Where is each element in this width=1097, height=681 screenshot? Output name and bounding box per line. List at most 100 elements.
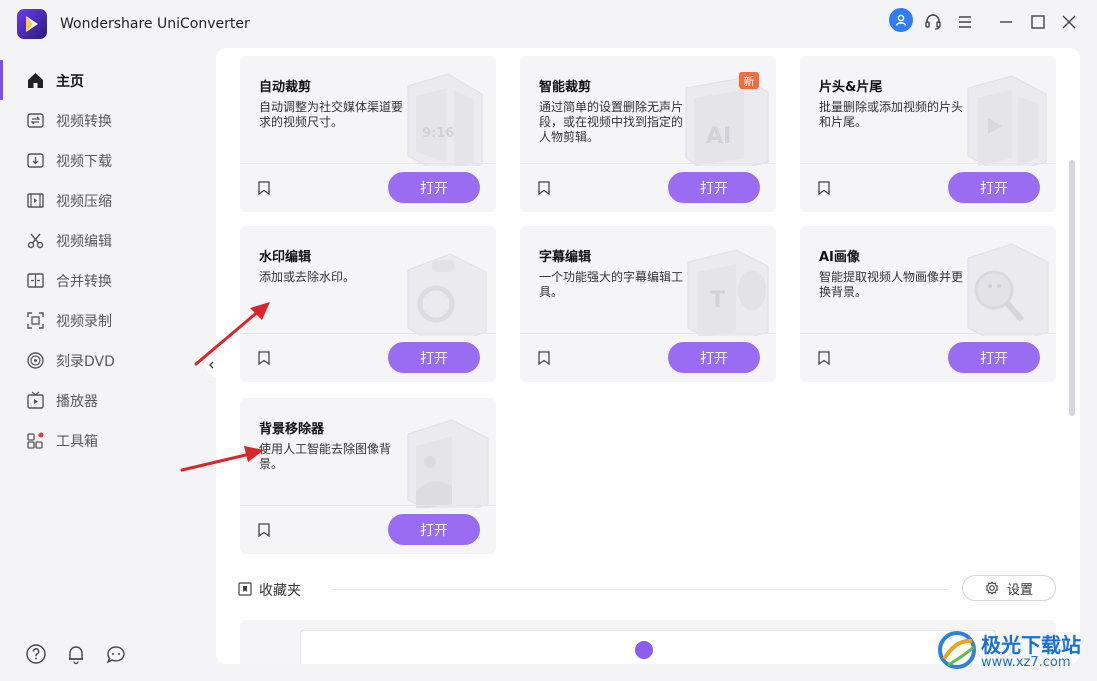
card-description: 一个功能强大的字幕编辑工具。 xyxy=(539,270,684,299)
site-watermark: 极光下载站 www.xz7.com xyxy=(936,625,1091,675)
card-divider xyxy=(240,333,496,334)
card-divider xyxy=(800,163,1056,164)
sidebar-item-label: 视频录制 xyxy=(56,314,112,330)
intro-outro-illustration-icon xyxy=(962,66,1052,175)
sidebar-item-label: 视频压缩 xyxy=(56,194,112,210)
favorites-label: 收藏夹 xyxy=(259,583,301,599)
sidebar-item-label: 视频转换 xyxy=(56,114,112,130)
title-bar: Wondershare UniConverter xyxy=(0,0,1097,48)
card-ai-portrait: AI画像 智能提取视频人物画像并更换背景。 打开 xyxy=(800,226,1056,382)
card-description: 通过简单的设置删除无声片段，或在视频中找到指定的人物剪辑。 xyxy=(539,100,684,144)
favorites-area xyxy=(240,620,1056,664)
watermark-name: 极光下载站 xyxy=(981,633,1081,657)
sidebar-item-label: 刻录DVD xyxy=(56,354,115,370)
sidebar-item-label: 合并转换 xyxy=(56,274,112,290)
vertical-scrollbar[interactable] xyxy=(1069,160,1075,416)
watermark-logo-icon xyxy=(938,631,976,669)
close-icon[interactable] xyxy=(1056,9,1082,35)
sidebar-item-label: 播放器 xyxy=(56,394,98,410)
open-button[interactable]: 打开 xyxy=(388,514,480,545)
help-icon[interactable] xyxy=(25,643,47,665)
toolbox-icon xyxy=(26,431,45,450)
app-title: Wondershare UniConverter xyxy=(60,16,250,32)
dvd-icon xyxy=(26,351,45,370)
download-icon xyxy=(26,151,45,170)
card-divider xyxy=(520,333,776,334)
annotation-arrow-icon xyxy=(180,446,264,472)
menu-icon[interactable] xyxy=(952,9,978,35)
annotation-arrow-icon xyxy=(194,302,270,366)
scissors-icon xyxy=(26,231,45,250)
gear-icon xyxy=(985,581,999,595)
notification-bell-icon[interactable] xyxy=(65,643,87,665)
card-title: 背景移除器 xyxy=(259,422,325,437)
open-button[interactable]: 打开 xyxy=(948,172,1040,203)
open-button[interactable]: 打开 xyxy=(948,342,1040,373)
sidebar-item-player[interactable]: 播放器 xyxy=(0,380,215,420)
card-divider xyxy=(240,163,496,164)
open-button[interactable]: 打开 xyxy=(668,342,760,373)
watermark-illustration-icon xyxy=(402,236,492,349)
open-button[interactable]: 打开 xyxy=(668,172,760,203)
settings-label: 设置 xyxy=(1006,582,1033,598)
card-intro-outro: 片头&片尾 批量删除或添加视频的片头和片尾。 打开 xyxy=(800,56,1056,212)
subtitle-illustration-icon: T xyxy=(682,236,772,347)
bookmark-icon[interactable] xyxy=(257,180,271,196)
open-button[interactable]: 打开 xyxy=(388,342,480,373)
card-auto-crop: 9:16 自动裁剪 自动调整为社交媒体渠道要求的视频尺寸。 打开 xyxy=(240,56,496,212)
card-description: 使用人工智能去除图像背景。 xyxy=(259,442,392,471)
record-icon xyxy=(26,311,45,330)
bookmark-icon[interactable] xyxy=(817,180,831,196)
card-description: 自动调整为社交媒体渠道要求的视频尺寸。 xyxy=(259,100,404,129)
card-background-remover: 背景移除器 使用人工智能去除图像背景。 打开 xyxy=(240,398,496,554)
card-description: 智能提取视频人物画像并更换背景。 xyxy=(819,270,964,299)
bookmark-icon[interactable] xyxy=(817,350,831,366)
card-divider xyxy=(520,163,776,164)
player-icon xyxy=(26,391,45,410)
sidebar-item-convert[interactable]: 视频转换 xyxy=(0,100,215,140)
art-label: AI xyxy=(706,124,732,149)
card-title: 水印编辑 xyxy=(259,250,312,265)
add-icon[interactable] xyxy=(635,641,653,659)
compress-icon xyxy=(26,191,45,210)
card-title: 智能裁剪 xyxy=(539,80,592,95)
sidebar-item-label: 主页 xyxy=(56,74,84,90)
favorites-add-zone[interactable] xyxy=(300,630,996,664)
new-badge: 新 xyxy=(739,72,759,89)
art-label: T xyxy=(710,288,726,313)
card-watermark-editor: 水印编辑 添加或去除水印。 打开 xyxy=(240,226,496,382)
card-description: 批量删除或添加视频的片头和片尾。 xyxy=(819,100,964,129)
sidebar-item-label: 视频编辑 xyxy=(56,234,112,250)
minimize-icon[interactable] xyxy=(993,9,1019,35)
sidebar-item-record[interactable]: 视频录制 xyxy=(0,300,215,340)
feedback-icon[interactable] xyxy=(105,643,127,665)
card-title: AI画像 xyxy=(819,250,860,265)
open-button[interactable]: 打开 xyxy=(388,172,480,203)
favorites-settings-button[interactable]: 设置 xyxy=(962,575,1056,601)
headset-icon[interactable] xyxy=(920,9,946,35)
sidebar-item-download[interactable]: 视频下载 xyxy=(0,140,215,180)
sidebar: 主页 视频转换 视频下载 视频压缩 视频编辑 合并转换 视频录制 刻录DVD 播… xyxy=(0,60,215,681)
favorites-divider xyxy=(332,589,948,590)
app-logo xyxy=(17,9,47,39)
favorites-header: 收藏夹 设置 xyxy=(238,575,1056,602)
art-label: 9:16 xyxy=(422,126,455,141)
account-icon[interactable] xyxy=(889,8,913,32)
sidebar-item-merge[interactable]: 合并转换 xyxy=(0,260,215,300)
card-title: 字幕编辑 xyxy=(539,250,592,265)
card-divider xyxy=(240,505,496,506)
bookmark-icon[interactable] xyxy=(537,180,551,196)
sidebar-item-dvd[interactable]: 刻录DVD xyxy=(0,340,215,380)
bookmark-icon[interactable] xyxy=(257,522,271,538)
card-smart-trim: AI 新 智能裁剪 通过简单的设置删除无声片段，或在视频中找到指定的人物剪辑。 … xyxy=(520,56,776,212)
background-remover-illustration-icon xyxy=(402,408,492,519)
sidebar-item-home[interactable]: 主页 xyxy=(0,60,215,100)
main-panel: 9:16 自动裁剪 自动调整为社交媒体渠道要求的视频尺寸。 打开 AI 新 智能… xyxy=(216,48,1080,664)
card-title: 片头&片尾 xyxy=(819,80,883,95)
merge-icon xyxy=(26,271,45,290)
maximize-icon[interactable] xyxy=(1025,9,1051,35)
bookmark-icon[interactable] xyxy=(537,350,551,366)
ai-portrait-illustration-icon xyxy=(962,236,1052,347)
sidebar-item-edit[interactable]: 视频编辑 xyxy=(0,220,215,260)
sidebar-item-compress[interactable]: 视频压缩 xyxy=(0,180,215,220)
